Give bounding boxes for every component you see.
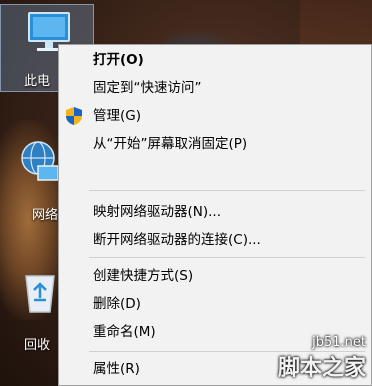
menu-item-unpin-start[interactable]: 从“开始”屏幕取消固定(P) xyxy=(59,131,371,157)
network-label: 网络 xyxy=(32,208,59,223)
menu-item-manage[interactable]: 管理(G) xyxy=(59,103,371,129)
watermark-url: jb51.net xyxy=(312,335,366,350)
menu-item-label: 从“开始”屏幕取消固定(P) xyxy=(93,136,248,152)
recycle-bin-icon xyxy=(25,275,55,313)
menu-separator xyxy=(89,257,365,258)
uac-shield-icon xyxy=(66,107,82,125)
recycle-bin-label: 回收 xyxy=(24,338,51,353)
menu-item-delete[interactable]: 删除(D) xyxy=(59,291,371,317)
menu-item-map-network-drive[interactable]: 映射网络驱动器(N)... xyxy=(59,199,371,225)
menu-separator xyxy=(89,190,365,191)
menu-item-label: 管理(G) xyxy=(93,108,141,124)
menu-item-label: 创建快捷方式(S) xyxy=(93,268,194,284)
site-watermark: jb51.net 脚本之家 xyxy=(278,335,366,382)
menu-item-label: 映射网络驱动器(N)... xyxy=(93,204,222,220)
this-pc-label: 此电 xyxy=(24,74,51,89)
menu-item-pin-quick-access[interactable]: 固定到“快速访问” xyxy=(59,75,371,101)
menu-item-label: 删除(D) xyxy=(93,296,141,312)
network-icon xyxy=(21,141,59,181)
menu-item-disconnect-network-drive[interactable]: 断开网络驱动器的连接(C)... xyxy=(59,227,371,253)
menu-item-create-shortcut[interactable]: 创建快捷方式(S) xyxy=(59,263,371,289)
watermark-brand: 脚本之家 xyxy=(277,356,366,381)
menu-item-label: 断开网络驱动器的连接(C)... xyxy=(93,232,261,248)
menu-item-label: 固定到“快速访问” xyxy=(93,80,202,96)
menu-item-label: 重命名(M) xyxy=(93,324,156,340)
menu-item-label: 打开(O) xyxy=(93,52,144,68)
menu-item-label: 属性(R) xyxy=(93,361,140,377)
menu-item-open[interactable]: 打开(O) xyxy=(59,47,371,73)
